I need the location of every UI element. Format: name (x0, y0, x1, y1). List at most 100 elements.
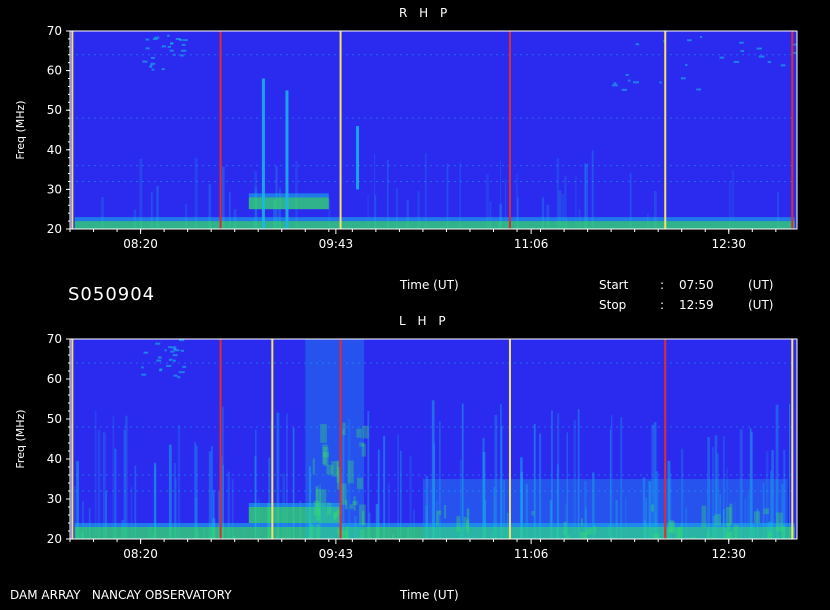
emission-region-texture (352, 501, 358, 506)
emission-region-texture (600, 538, 606, 539)
emission-region-texture (486, 538, 489, 539)
y-tick-label: 60 (47, 372, 62, 386)
emission-patch (145, 47, 150, 50)
emission-patch (169, 49, 174, 52)
start-value: 07:50 (679, 278, 714, 292)
x-tick-label: 09:43 (319, 237, 354, 251)
radio-burst (261, 78, 265, 229)
emission-patch (157, 356, 162, 359)
emission-patch (178, 371, 185, 374)
x-tick-label: 12:30 (711, 547, 746, 561)
emission-patch (178, 339, 185, 342)
emission-band-halo (74, 217, 795, 222)
emission-patch (171, 346, 177, 349)
y-tick-label: 30 (47, 492, 62, 506)
emission-patch (635, 43, 640, 46)
x-tick-label: 08:20 (123, 547, 158, 561)
stop-value: 12:59 (679, 298, 714, 312)
emission-region-texture (315, 507, 321, 521)
emission-region-texture (336, 460, 340, 483)
y-tick-label: 50 (47, 103, 62, 117)
emission-patch (696, 88, 702, 91)
emission-patch (141, 373, 147, 376)
emission-region-texture (359, 529, 365, 539)
emission-region-texture (563, 521, 567, 536)
emission-region-texture (706, 532, 709, 538)
emission-patch (173, 53, 176, 56)
x-tick-label: 11:06 (514, 237, 549, 251)
y-tick-label: 70 (47, 332, 62, 346)
emission-region-texture (315, 488, 321, 508)
emission-patch (733, 60, 740, 63)
emission-patch (143, 351, 149, 354)
emission-region-texture (531, 511, 535, 516)
emission-region-texture (356, 477, 363, 490)
emission-region-texture (361, 511, 365, 526)
emission-patch (142, 60, 148, 63)
emission-patch (180, 349, 185, 352)
emission-patch (172, 354, 178, 357)
x-tick-label: 08:20 (123, 237, 158, 251)
emission-region-texture (753, 511, 761, 524)
emission-patch (780, 64, 786, 67)
emission-region-texture (362, 425, 369, 439)
emission-region-texture (342, 422, 346, 436)
station-id: S050904 (68, 284, 156, 305)
emission-region-texture (701, 505, 707, 528)
y-axis-label: Freq (MHz) (14, 409, 27, 468)
emission-region-texture (690, 536, 697, 539)
emission-region-texture (356, 428, 362, 438)
top-time-axis-label: Time (UT) (400, 278, 459, 292)
emission-region-texture (312, 458, 315, 475)
emission-region-texture (359, 442, 365, 447)
emission-patch (680, 77, 686, 80)
y-tick-label: 40 (47, 452, 62, 466)
emission-patch (685, 63, 688, 66)
emission-patch (170, 42, 174, 45)
emission-region-texture (323, 446, 329, 466)
noise-streak (177, 425, 181, 539)
emission-patch (167, 34, 170, 37)
emission-patch (179, 54, 184, 57)
emission-region-texture (775, 512, 783, 532)
emission-region-texture (438, 510, 442, 515)
emission-region-texture (651, 504, 654, 512)
start-unit: (UT) (748, 278, 774, 292)
emission-patch (180, 49, 187, 52)
emission-patch (172, 359, 176, 362)
emission-patch (161, 45, 166, 48)
y-tick-label: 50 (47, 412, 62, 426)
x-tick-label: 11:06 (514, 547, 549, 561)
emission-patch (164, 349, 167, 352)
y-tick-label: 20 (47, 222, 62, 236)
emission-region-texture (714, 514, 721, 526)
emission-patch (154, 36, 160, 39)
emission-patch (633, 81, 640, 84)
emission-patch (182, 39, 188, 42)
emission-patch (613, 82, 617, 85)
emission-region-texture (725, 507, 732, 527)
emission-region-texture (326, 502, 332, 515)
emission-patch (687, 39, 692, 42)
y-tick-label: 60 (47, 64, 62, 78)
emission-patch (168, 346, 172, 349)
emission-patch (150, 62, 156, 65)
stop-unit: (UT) (748, 298, 774, 312)
emission-patch (627, 79, 631, 82)
emission-region-texture (593, 526, 597, 535)
emission-patch (170, 350, 175, 353)
emission-region-texture (566, 535, 571, 539)
emission-region-texture (490, 537, 498, 539)
emission-region-texture (309, 524, 315, 539)
emission-region-texture (466, 508, 470, 517)
lhp-title: L H P (399, 314, 450, 328)
emission-patch (145, 38, 150, 41)
emission-region-texture (456, 516, 461, 532)
emission-patch (182, 365, 187, 368)
emission-patch (659, 81, 662, 84)
emission-patch (141, 366, 144, 369)
bottom-time-axis-label: Time (UT) (400, 588, 459, 602)
emission-patch (156, 359, 162, 362)
emission-patch (177, 376, 181, 379)
start-label: Start (599, 278, 629, 292)
